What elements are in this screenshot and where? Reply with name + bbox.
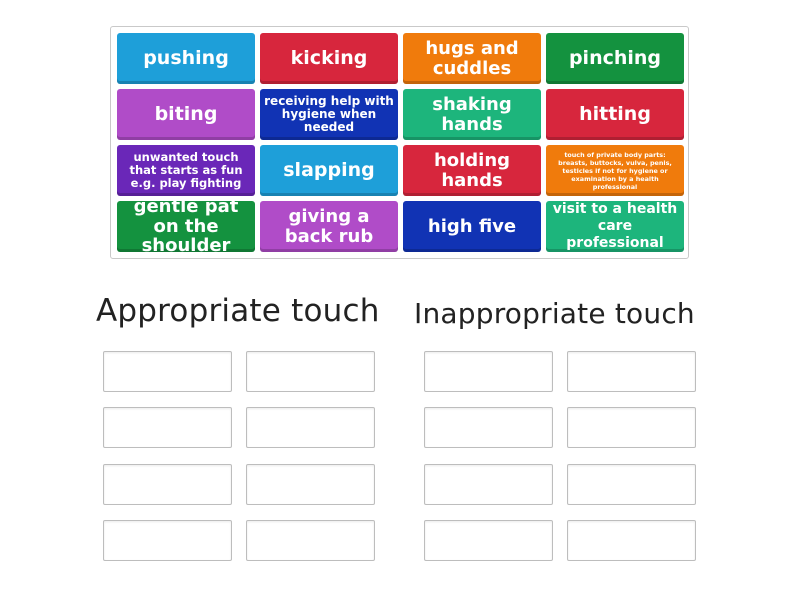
drop-slot-appropriate[interactable] [246,464,375,505]
group-title-appropriate: Appropriate touch [96,293,380,329]
tile-holding-hands[interactable]: holding hands [403,145,541,196]
tile-shaking-hands[interactable]: shaking hands [403,89,541,140]
drop-slot-inappropriate[interactable] [424,520,553,561]
drop-slot-inappropriate[interactable] [424,407,553,448]
tile-high-five[interactable]: high five [403,201,541,252]
drop-slot-inappropriate[interactable] [424,351,553,392]
tile-tray: pushing kicking hugs and cuddles pinchin… [110,26,689,259]
drop-slot-appropriate[interactable] [103,520,232,561]
tile-giving-a-back-rub[interactable]: giving a back rub [260,201,398,252]
tile-receiving-help-with-hygiene[interactable]: receiving help with hygiene when needed [260,89,398,140]
drop-slot-inappropriate[interactable] [567,464,696,505]
tile-private-body-parts[interactable]: touch of private body parts: breasts, bu… [546,145,684,196]
drop-slot-inappropriate[interactable] [567,351,696,392]
tile-slapping[interactable]: slapping [260,145,398,196]
drop-slot-appropriate[interactable] [103,407,232,448]
tile-visit-to-health-care-professional[interactable]: visit to a health care professional [546,201,684,252]
drop-slot-appropriate[interactable] [246,407,375,448]
drop-slot-inappropriate[interactable] [424,464,553,505]
tile-pushing[interactable]: pushing [117,33,255,84]
drop-slot-appropriate[interactable] [103,464,232,505]
tile-pinching[interactable]: pinching [546,33,684,84]
tile-hitting[interactable]: hitting [546,89,684,140]
drop-slot-inappropriate[interactable] [567,520,696,561]
group-sort-activity: pushing kicking hugs and cuddles pinchin… [0,0,800,600]
drop-slot-appropriate[interactable] [246,520,375,561]
tile-unwanted-touch[interactable]: unwanted touch that starts as fun e.g. p… [117,145,255,196]
tile-kicking[interactable]: kicking [260,33,398,84]
tile-hugs-and-cuddles[interactable]: hugs and cuddles [403,33,541,84]
group-title-inappropriate: Inappropriate touch [414,297,695,330]
tile-biting[interactable]: biting [117,89,255,140]
tile-gentle-pat-on-shoulder[interactable]: gentle pat on the shoulder [117,197,255,255]
drop-slot-inappropriate[interactable] [567,407,696,448]
drop-slot-appropriate[interactable] [246,351,375,392]
drop-slot-appropriate[interactable] [103,351,232,392]
